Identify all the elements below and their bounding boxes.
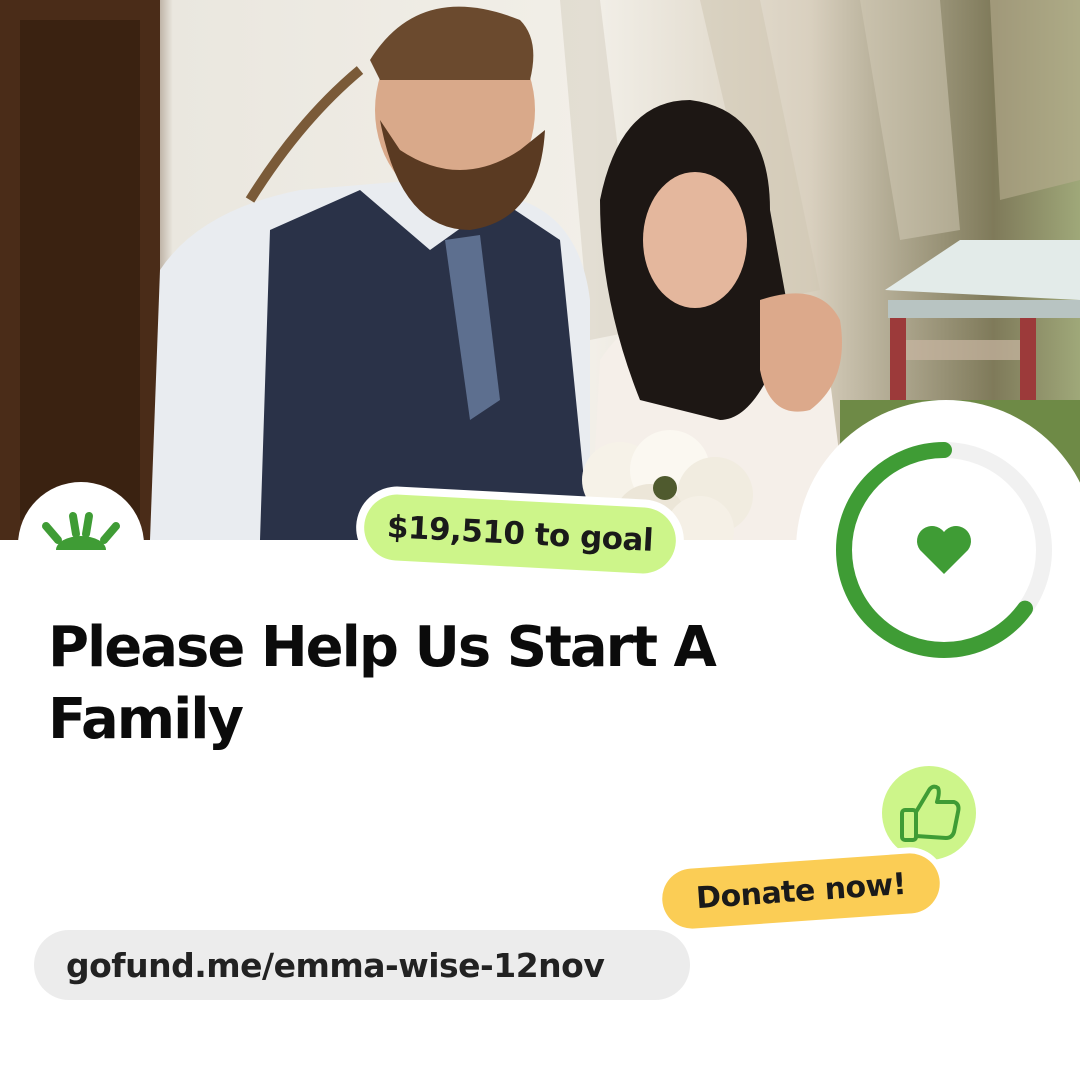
thumbs-up-badge (882, 766, 976, 860)
logo-badge (18, 482, 144, 608)
campaign-title: Please Help Us Start A Family (48, 615, 717, 752)
progress-ring-badge (796, 400, 1080, 700)
gofundme-sun-logo-icon (42, 512, 120, 550)
donate-button-label[interactable]: Donate now! (660, 851, 942, 931)
campaign-url-link[interactable]: gofund.me/emma-wise-12nov (34, 930, 690, 1000)
heart-icon (917, 526, 971, 574)
goal-remaining-badge: $19,510 to goal (354, 484, 686, 584)
goal-remaining-text: $19,510 to goal (362, 492, 678, 576)
progress-ring (836, 442, 1052, 658)
thumbs-up-icon (900, 784, 961, 842)
